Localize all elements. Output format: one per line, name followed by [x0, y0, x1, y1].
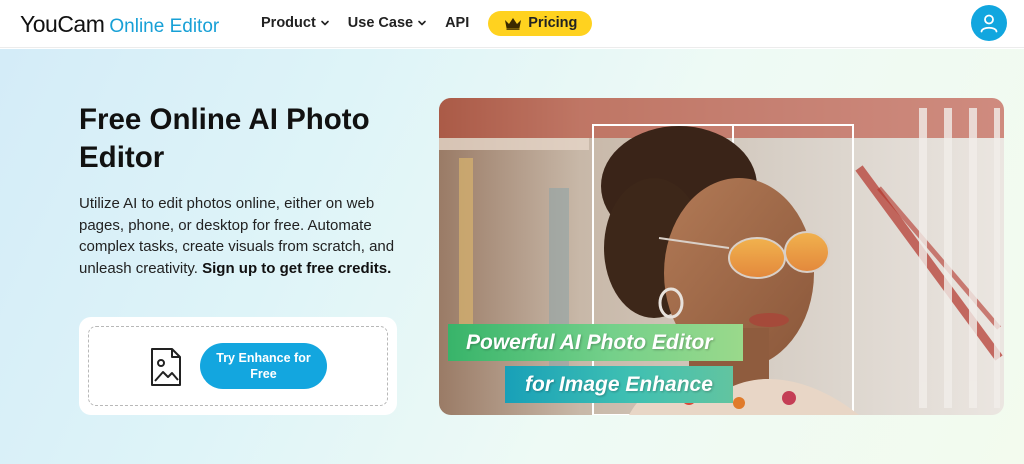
image-file-icon — [151, 348, 181, 386]
logo-brand: YouCam — [20, 11, 105, 37]
banner-tag-line-1: Powerful AI Photo Editor — [448, 324, 743, 361]
chevron-down-icon — [418, 20, 426, 26]
pricing-button[interactable]: Pricing — [488, 10, 593, 36]
nav-product-label: Product — [261, 15, 316, 31]
nav-api-label: API — [445, 15, 470, 31]
upload-card: Try Enhance for Free — [79, 317, 397, 415]
nav-use-case[interactable]: Use Case — [348, 15, 428, 31]
hero-description: Utilize AI to edit photos online, either… — [79, 193, 399, 279]
nav-use-case-label: Use Case — [347, 15, 414, 31]
logo-subtitle: Online Editor — [109, 16, 220, 37]
logo[interactable]: YouCam Online Editor — [20, 11, 219, 38]
nav-product[interactable]: Product — [261, 15, 331, 31]
user-icon — [980, 14, 998, 33]
hero-banner-image: Powerful AI Photo Editor for Image Enhan… — [439, 98, 1004, 415]
hero-title: Free Online AI Photo Editor — [79, 103, 370, 174]
hero-section: Free Online AI Photo Editor Utilize AI t… — [0, 49, 1024, 464]
chevron-down-icon — [320, 20, 329, 26]
main-nav: Product Use Case API Pricing — [261, 0, 593, 46]
try-enhance-button[interactable]: Try Enhance for Free — [200, 343, 327, 389]
crown-icon — [505, 17, 522, 30]
upload-drop-zone[interactable]: Try Enhance for Free — [88, 326, 388, 406]
nav-api[interactable]: API — [445, 15, 469, 31]
top-header: YouCam Online Editor Product Use Case AP… — [0, 0, 1024, 48]
banner-tag-line-2: for Image Enhance — [505, 366, 733, 403]
signup-cta-text[interactable]: Sign up to get free credits. — [202, 260, 391, 277]
pricing-label: Pricing — [528, 15, 578, 31]
profile-button[interactable] — [971, 5, 1007, 41]
